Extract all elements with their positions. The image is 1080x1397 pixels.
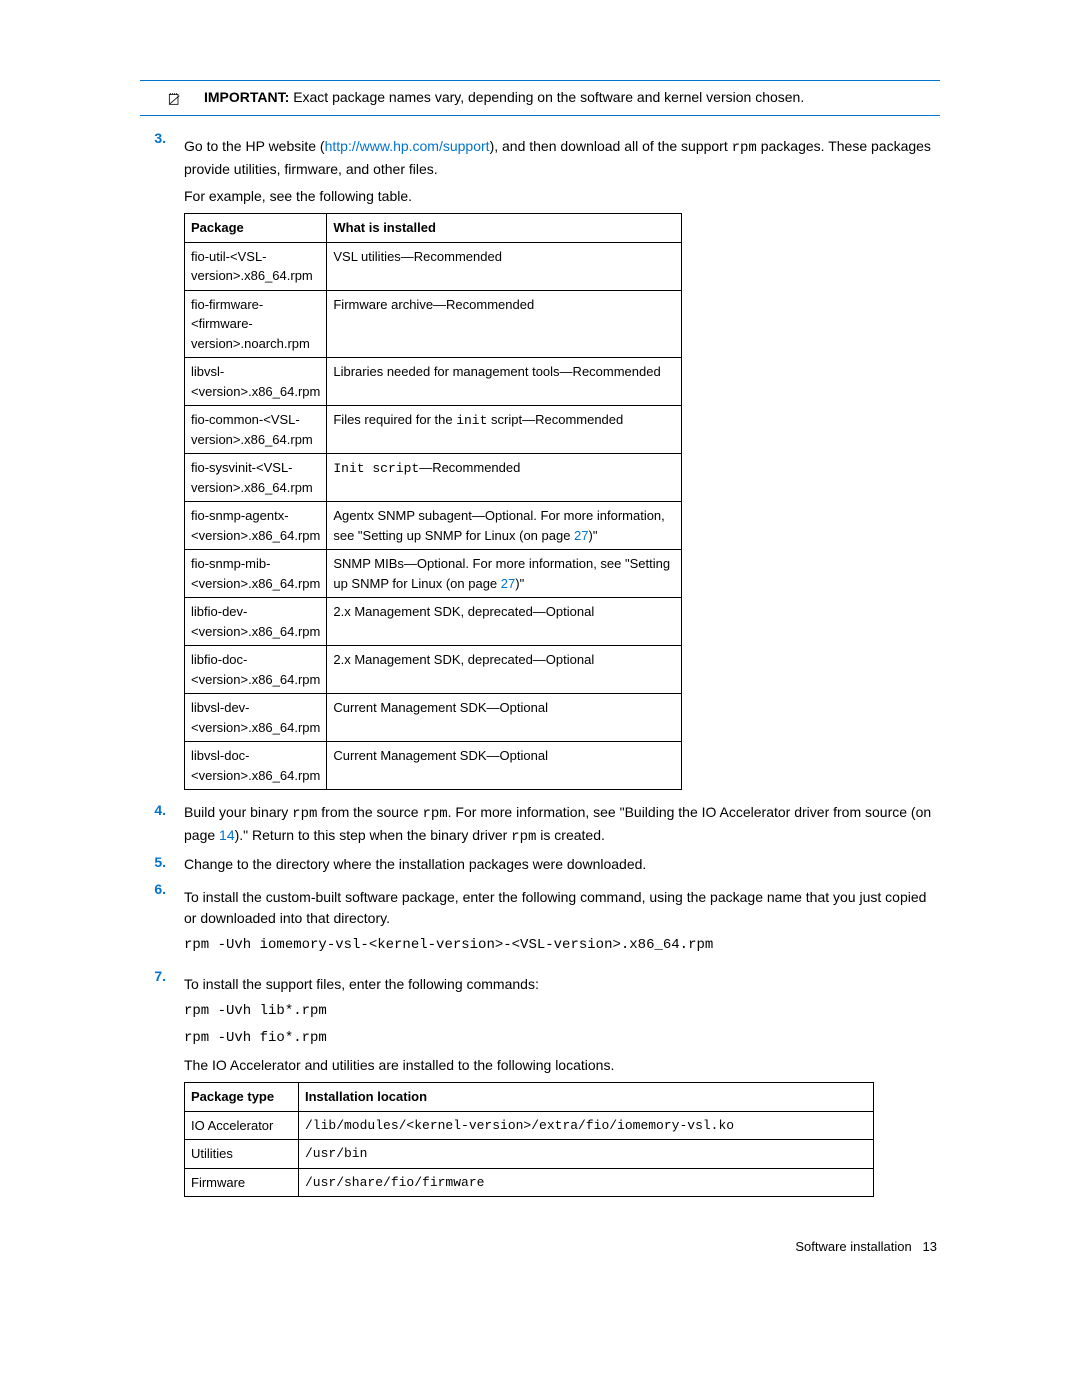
step-number: 7. xyxy=(140,968,184,1197)
col-package-type: Package type xyxy=(185,1083,299,1112)
text: ), and then download all of the support xyxy=(490,138,732,154)
page-link[interactable]: 27 xyxy=(574,528,588,543)
header-row: Package type Installation location xyxy=(185,1083,874,1112)
table-row: fio-snmp-agentx-<version>.x86_64.rpmAgen… xyxy=(185,502,682,550)
table-row: IO Accelerator/lib/modules/<kernel-versi… xyxy=(185,1111,874,1140)
step-number: 4. xyxy=(140,802,184,848)
important-callout: IMPORTANT: Exact package names vary, dep… xyxy=(140,80,940,116)
header-row: Package What is installed xyxy=(185,214,682,243)
footer-page: 13 xyxy=(923,1239,937,1254)
page-footer: Software installation 13 xyxy=(140,1203,940,1254)
location-table: Package type Installation location IO Ac… xyxy=(184,1082,874,1197)
table-row: libvsl-dev-<version>.x86_64.rpmCurrent M… xyxy=(185,694,682,742)
table-row: libvsl-<version>.x86_64.rpmLibraries nee… xyxy=(185,358,682,406)
table-row: libfio-dev-<version>.x86_64.rpm2.x Manag… xyxy=(185,598,682,646)
hp-support-link[interactable]: http://www.hp.com/support xyxy=(325,138,490,154)
col-package: Package xyxy=(185,214,327,243)
table-row: Utilities/usr/bin xyxy=(185,1140,874,1169)
table-row: libvsl-doc-<version>.x86_64.rpmCurrent M… xyxy=(185,742,682,790)
step-number: 6. xyxy=(140,881,184,962)
page-link[interactable]: 14 xyxy=(219,827,235,843)
code: rpm xyxy=(732,140,757,156)
package-table: Package What is installed fio-util-<VSL-… xyxy=(184,213,682,790)
table-row: fio-common-<VSL-version>.x86_64.rpmFiles… xyxy=(185,406,682,454)
table-row: fio-sysvinit-<VSL-version>.x86_64.rpmIni… xyxy=(185,454,682,502)
code-block: rpm -Uvh lib*.rpm xyxy=(184,1001,940,1022)
table-row: fio-snmp-mib-<version>.x86_64.rpmSNMP MI… xyxy=(185,550,682,598)
step-3: 3. Go to the HP website (http://www.hp.c… xyxy=(140,130,940,796)
text: Go to the HP website ( xyxy=(184,138,325,154)
important-label: IMPORTANT: xyxy=(204,89,289,105)
important-text: Exact package names vary, depending on t… xyxy=(293,89,804,105)
code-block: rpm -Uvh fio*.rpm xyxy=(184,1028,940,1049)
text: For example, see the following table. xyxy=(184,186,940,207)
col-installed: What is installed xyxy=(327,214,682,243)
notepad-icon xyxy=(168,89,180,109)
page-link[interactable]: 27 xyxy=(501,576,515,591)
step-4: 4. Build your binary rpm from the source… xyxy=(140,802,940,848)
footer-section: Software installation xyxy=(795,1239,911,1254)
step-5: 5. Change to the directory where the ins… xyxy=(140,854,940,875)
table-row: fio-util-<VSL-version>.x86_64.rpmVSL uti… xyxy=(185,242,682,290)
table-row: fio-firmware-<firmware-version>.noarch.r… xyxy=(185,290,682,358)
step-number: 3. xyxy=(140,130,184,796)
col-install-location: Installation location xyxy=(299,1083,874,1112)
step-7: 7. To install the support files, enter t… xyxy=(140,968,940,1197)
important-icon xyxy=(140,87,180,109)
code-block: rpm -Uvh iomemory-vsl-<kernel-version>-<… xyxy=(184,935,940,956)
step-6: 6. To install the custom-built software … xyxy=(140,881,940,962)
table-row: libfio-doc-<version>.x86_64.rpm2.x Manag… xyxy=(185,646,682,694)
table-row: Firmware/usr/share/fio/firmware xyxy=(185,1168,874,1197)
step-number: 5. xyxy=(140,854,184,875)
